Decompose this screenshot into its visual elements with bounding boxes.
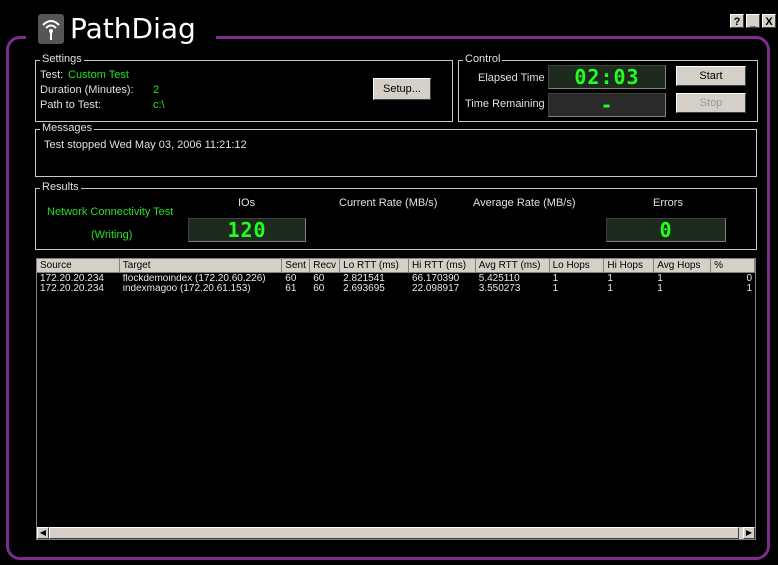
cell-lo-rtt: 2.693695 [343, 284, 385, 294]
test-label: Test: [40, 69, 64, 81]
scroll-right-arrow-icon[interactable]: ▶ [743, 527, 755, 539]
ios-label: IOs [238, 197, 256, 209]
results-test-name: Network Connectivity Test [47, 206, 174, 218]
table-row[interactable]: 172.20.20.234 flockdemoindex (172.20.60.… [37, 274, 755, 284]
cell-recv: 60 [313, 274, 325, 284]
cell-hi-hops: 1 [607, 274, 613, 284]
window-controls: ? _ X [730, 14, 776, 28]
ios-display: 120 [188, 218, 306, 242]
cell-lo-rtt: 2.821541 [343, 274, 385, 284]
wifi-signal-icon [38, 13, 64, 44]
cell-avg-hops: 1 [657, 274, 663, 284]
messages-group: Messages [35, 122, 757, 177]
time-remaining-label: Time Remaining [465, 98, 545, 110]
path-value: c:\ [153, 99, 165, 111]
average-rate-label: Average Rate (MB/s) [473, 197, 576, 209]
cell-target: indexmagoo (172.20.61.153) [122, 284, 251, 294]
errors-label: Errors [653, 197, 683, 209]
duration-label: Duration (Minutes): [40, 84, 134, 96]
message-text: Test stopped Wed May 03, 2006 11:21:12 [44, 139, 247, 151]
results-mode: (Writing) [91, 229, 133, 241]
column-header-lo-rtt[interactable]: Lo RTT (ms) [340, 259, 409, 273]
help-button[interactable]: ? [730, 14, 744, 28]
elapsed-time-label: Elapsed Time [478, 72, 545, 84]
close-button[interactable]: X [762, 14, 776, 28]
settings-group-label: Settings [40, 53, 84, 65]
cell-avg-rtt: 3.550273 [478, 284, 521, 294]
app-title-text: PathDiag [70, 12, 196, 45]
setup-button[interactable]: Setup... [373, 78, 431, 100]
table-row[interactable]: 172.20.20.234 indexmagoo (172.20.61.153)… [37, 284, 755, 294]
cell-hi-rtt: 66.170390 [411, 274, 460, 284]
duration-value: 2 [153, 84, 160, 96]
current-rate-label: Current Rate (MB/s) [339, 197, 438, 209]
horizontal-scrollbar[interactable]: ◀ ▶ [37, 527, 755, 539]
column-header-hi-hops[interactable]: Hi Hops [604, 259, 655, 273]
cell-avg-hops: 1 [657, 284, 663, 294]
elapsed-time-display: 02:03 [548, 65, 666, 89]
results-table[interactable]: Source Target Sent Recv Lo RTT (ms) Hi R… [36, 258, 756, 540]
errors-display: 0 [606, 218, 726, 242]
stop-button[interactable]: Stop [676, 93, 746, 113]
cell-hi-rtt: 22.098917 [411, 284, 460, 294]
messages-group-label: Messages [40, 122, 95, 134]
cell-avg-rtt: 5.425110 [478, 274, 520, 284]
column-header-sent[interactable]: Sent [282, 259, 311, 273]
scroll-left-arrow-icon[interactable]: ◀ [37, 527, 49, 539]
cell-source: 172.20.20.234 [40, 284, 104, 294]
results-group-label: Results [40, 181, 81, 193]
start-button[interactable]: Start [676, 66, 746, 86]
column-header-hi-rtt[interactable]: Hi RTT (ms) [408, 259, 476, 273]
cell-lo-hops: 1 [552, 284, 559, 294]
column-header-avg-rtt[interactable]: Avg RTT (ms) [475, 259, 550, 273]
cell-recv: 60 [313, 284, 325, 294]
cell-source: 172.20.20.234 [40, 274, 104, 284]
cell-hi-hops: 1 [607, 284, 613, 294]
app-title: PathDiag [38, 12, 196, 45]
column-header-source[interactable]: Source [37, 259, 120, 273]
cell-percent: 1 [746, 284, 752, 294]
scroll-thumb[interactable] [49, 527, 739, 539]
control-group-label: Control [463, 53, 503, 65]
minimize-button[interactable]: _ [746, 14, 760, 28]
column-header-avg-hops[interactable]: Avg Hops [654, 259, 712, 273]
column-header-percent[interactable]: % [711, 259, 755, 273]
cell-sent: 61 [285, 284, 297, 294]
column-header-target[interactable]: Target [119, 259, 283, 273]
pathdiag-window: PathDiag ? _ X Settings Test: Custom Tes… [0, 0, 778, 565]
path-label: Path to Test: [40, 99, 101, 111]
test-value: Custom Test [68, 69, 129, 81]
column-header-lo-hops[interactable]: Lo Hops [549, 259, 605, 273]
cell-percent: 0 [746, 274, 752, 284]
time-remaining-display: - [548, 93, 666, 117]
cell-lo-hops: 1 [552, 274, 559, 284]
cell-target: flockdemoindex (172.20.60.226) [122, 274, 266, 284]
table-header: Source Target Sent Recv Lo RTT (ms) Hi R… [37, 259, 755, 273]
column-header-recv[interactable]: Recv [310, 259, 341, 273]
cell-sent: 60 [285, 274, 297, 284]
